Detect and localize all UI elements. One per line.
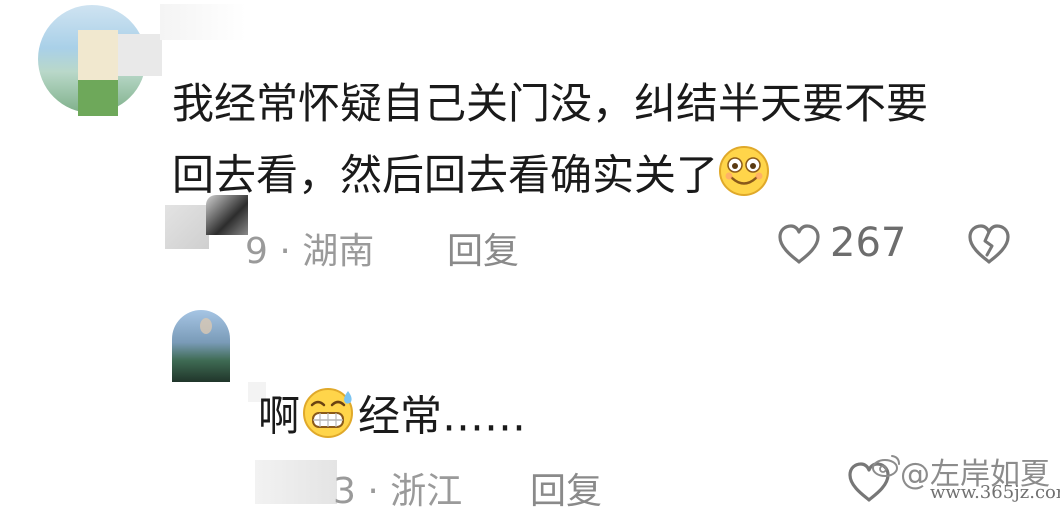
- avatar-detail: [200, 318, 212, 334]
- avatar-blur-patch: [78, 30, 118, 80]
- heart-icon[interactable]: [776, 222, 822, 266]
- comment-text-line: 我经常怀疑自己关门没，纠结半天要不要: [172, 79, 929, 128]
- username-blur-patch: [118, 34, 162, 76]
- watermark-url: www.365jz.com: [930, 482, 1060, 503]
- comment-meta: 9 · 湖南: [245, 222, 374, 274]
- broken-heart-icon[interactable]: [966, 222, 1012, 266]
- like-count: 267: [830, 220, 907, 266]
- reply-button[interactable]: 回复: [447, 222, 519, 274]
- comment-text-line: 啊 经常……: [258, 385, 526, 453]
- location: 湖南: [302, 231, 375, 272]
- timestamp-blur-patch: [206, 195, 248, 235]
- grin-sweat-emoji-icon: [300, 385, 358, 453]
- timestamp-blur-patch: [255, 460, 337, 504]
- timestamp-blur-patch: [165, 205, 209, 249]
- meta-separator: ·: [279, 231, 291, 272]
- comment-text-line: 回去看，然后回去看确实关了: [172, 145, 770, 211]
- weibo-logo-icon: [872, 452, 902, 478]
- comment-meta: 3 · 浙江: [333, 462, 462, 514]
- comment-text: 啊: [258, 391, 301, 441]
- smile-emoji-icon: [718, 145, 770, 211]
- comment-text: 回去看，然后回去看确实关了: [172, 150, 719, 200]
- avatar-blur-patch: [78, 80, 118, 116]
- username-blur-patch: [160, 4, 246, 40]
- date-fragment: 9: [245, 231, 268, 272]
- reply-button[interactable]: 回复: [530, 462, 602, 514]
- comment-text: 经常……: [358, 391, 527, 441]
